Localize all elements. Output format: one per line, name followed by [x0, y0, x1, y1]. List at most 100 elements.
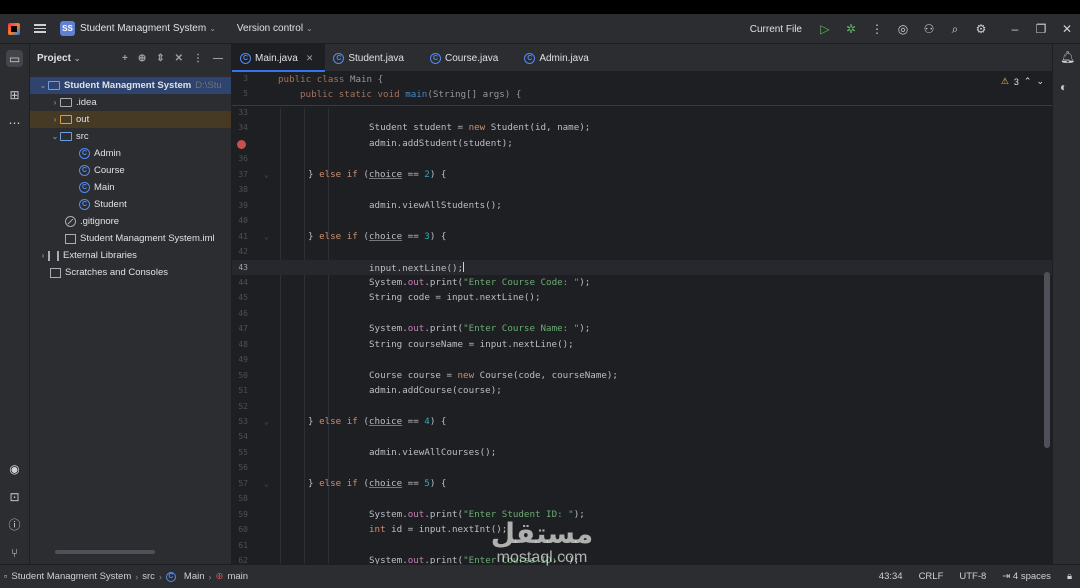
more-tools-icon[interactable]: ⋯: [6, 114, 23, 131]
tab-course-java[interactable]: C Course.java: [422, 44, 510, 72]
line-number[interactable]: 47: [232, 324, 248, 333]
hide-icon[interactable]: —: [213, 53, 223, 64]
tab-admin-java[interactable]: C Admin.java: [516, 44, 600, 72]
debug-icon[interactable]: ✲: [844, 22, 858, 36]
expand-icon[interactable]: ⇕: [156, 53, 164, 64]
chevron-right-icon[interactable]: ›: [50, 98, 60, 107]
project-folder-icon[interactable]: ▭: [6, 50, 23, 67]
chevron-down-icon[interactable]: ⌄: [74, 54, 81, 63]
code-line[interactable]: Student student = new Student(id, name);: [369, 122, 590, 133]
vertical-scrollbar[interactable]: [1044, 272, 1050, 448]
project-selector[interactable]: Student Managment System: [80, 23, 206, 34]
run-icon[interactable]: ▷: [818, 22, 832, 36]
chevron-right-icon[interactable]: ›: [50, 115, 60, 124]
code-line[interactable]: System.out.print("Enter Course ID: ");: [369, 555, 579, 564]
tree-item-external-libraries[interactable]: › External Libraries: [30, 247, 231, 264]
version-control-menu[interactable]: Version control: [237, 23, 303, 34]
fold-marker-icon[interactable]: ⌄: [264, 232, 269, 241]
code-editor[interactable]: ⚠ 3 ⌃ ⌄ 3 public class Main {5 public stat…: [232, 72, 1052, 564]
line-number[interactable]: 41: [232, 232, 248, 241]
code-line[interactable]: } else if (choice == 5) {: [308, 478, 446, 489]
tree-item-src[interactable]: ⌄ src: [30, 128, 231, 145]
line-number[interactable]: 56: [232, 463, 248, 472]
tree-item-idea[interactable]: › .idea: [30, 94, 231, 111]
inspection-widget[interactable]: ⚠ 3 ⌃ ⌄: [1001, 76, 1044, 87]
caret-position[interactable]: 43:34: [879, 571, 903, 582]
tab-main-java[interactable]: C Main.java ✕: [232, 44, 326, 72]
main-menu-icon[interactable]: [34, 24, 46, 33]
project-panel-title[interactable]: Project: [37, 53, 71, 64]
line-number[interactable]: 42: [232, 247, 248, 256]
line-number[interactable]: 61: [232, 541, 248, 550]
terminal-icon[interactable]: ⊡: [6, 488, 23, 505]
breadcrumb-method[interactable]: main: [227, 571, 248, 582]
project-badge[interactable]: SS: [60, 21, 75, 36]
line-number[interactable]: 34: [232, 123, 248, 132]
chevron-down-icon[interactable]: ⌄: [1036, 76, 1044, 87]
chevron-down-icon[interactable]: ⌄: [50, 132, 60, 141]
fold-marker-icon[interactable]: ⌄: [264, 417, 269, 426]
restore-icon[interactable]: ❐: [1034, 22, 1048, 36]
line-number[interactable]: 39: [232, 201, 248, 210]
services-icon[interactable]: ◉: [6, 460, 23, 477]
tree-item-scratches[interactable]: Scratches and Consoles: [30, 264, 231, 281]
collapse-icon[interactable]: ✕: [175, 53, 183, 64]
code-line[interactable]: Course course = new Course(code, courseN…: [369, 370, 618, 381]
line-number[interactable]: 48: [232, 340, 248, 349]
code-line[interactable]: input.nextLine();: [369, 261, 465, 274]
line-number[interactable]: 52: [232, 402, 248, 411]
code-line[interactable]: System.out.print("Enter Course Code: ");: [369, 277, 590, 288]
line-number[interactable]: 59: [232, 510, 248, 519]
fold-marker-icon[interactable]: ⌄: [264, 170, 269, 179]
line-number[interactable]: 60: [232, 525, 248, 534]
chevron-down-icon[interactable]: ⌄: [306, 24, 313, 33]
code-line[interactable]: String code = input.nextLine();: [369, 292, 541, 303]
tab-student-java[interactable]: C Student.java: [325, 44, 416, 72]
add-icon[interactable]: +: [122, 53, 128, 64]
ai-assistant-icon[interactable]: ◎: [896, 22, 910, 36]
line-number[interactable]: 44: [232, 278, 248, 287]
line-number[interactable]: 62: [232, 556, 248, 564]
chevron-up-icon[interactable]: ⌃: [1024, 76, 1032, 87]
tree-item-admin[interactable]: C Admin: [30, 145, 231, 162]
tree-item-student[interactable]: C Student: [30, 196, 231, 213]
line-number[interactable]: 55: [232, 448, 248, 457]
sticky-code-line[interactable]: public class Main {: [278, 74, 383, 85]
line-number[interactable]: 46: [232, 309, 248, 318]
add-user-icon[interactable]: ⚇: [922, 22, 936, 36]
chevron-down-icon[interactable]: ⌄: [209, 24, 216, 33]
line-number[interactable]: 49: [232, 355, 248, 364]
code-line[interactable]: int id = input.nextInt();: [369, 524, 507, 535]
notifications-bell-icon[interactable]: 🔔︎: [1060, 50, 1075, 64]
code-line[interactable]: admin.addCourse(course);: [369, 385, 502, 396]
line-number[interactable]: 50: [232, 371, 248, 380]
close-icon[interactable]: ✕: [1060, 22, 1074, 36]
code-line[interactable]: } else if (choice == 3) {: [308, 231, 446, 242]
breadcrumb-project[interactable]: Student Managment System: [11, 571, 131, 582]
structure-icon[interactable]: ⊞: [6, 86, 23, 103]
lock-icon[interactable]: 🔒︎: [1067, 571, 1072, 582]
line-number[interactable]: 33: [232, 108, 248, 117]
code-line[interactable]: String courseName = input.nextLine();: [369, 339, 574, 350]
tree-item-iml[interactable]: Student Managment System.iml: [30, 230, 231, 247]
breadcrumb-src[interactable]: src: [142, 571, 155, 582]
line-number[interactable]: 36: [232, 154, 248, 163]
code-line[interactable]: } else if (choice == 2) {: [308, 169, 446, 180]
chevron-down-icon[interactable]: ⌄: [38, 81, 48, 90]
line-number[interactable]: 51: [232, 386, 248, 395]
file-encoding[interactable]: UTF-8: [959, 571, 986, 582]
sticky-code-line[interactable]: public static void main(String[] args) {: [300, 89, 521, 100]
line-number[interactable]: 40: [232, 216, 248, 225]
tree-item-root[interactable]: ⌄ Student Managment System D:\Stu: [30, 77, 231, 94]
tree-item-out[interactable]: › out: [30, 111, 231, 128]
settings-gear-icon[interactable]: ⚙: [974, 22, 988, 36]
line-number[interactable]: 45: [232, 293, 248, 302]
code-line[interactable]: admin.viewAllCourses();: [369, 447, 496, 458]
breakpoint-icon[interactable]: [237, 139, 246, 149]
line-number[interactable]: 37: [232, 170, 248, 179]
run-config-selector[interactable]: Current File: [750, 24, 802, 35]
code-line[interactable]: System.out.print("Enter Course Name: ");: [369, 323, 590, 334]
line-separator[interactable]: CRLF: [919, 571, 944, 582]
line-number[interactable]: 43: [232, 263, 248, 272]
chevron-right-icon[interactable]: ›: [38, 251, 48, 260]
